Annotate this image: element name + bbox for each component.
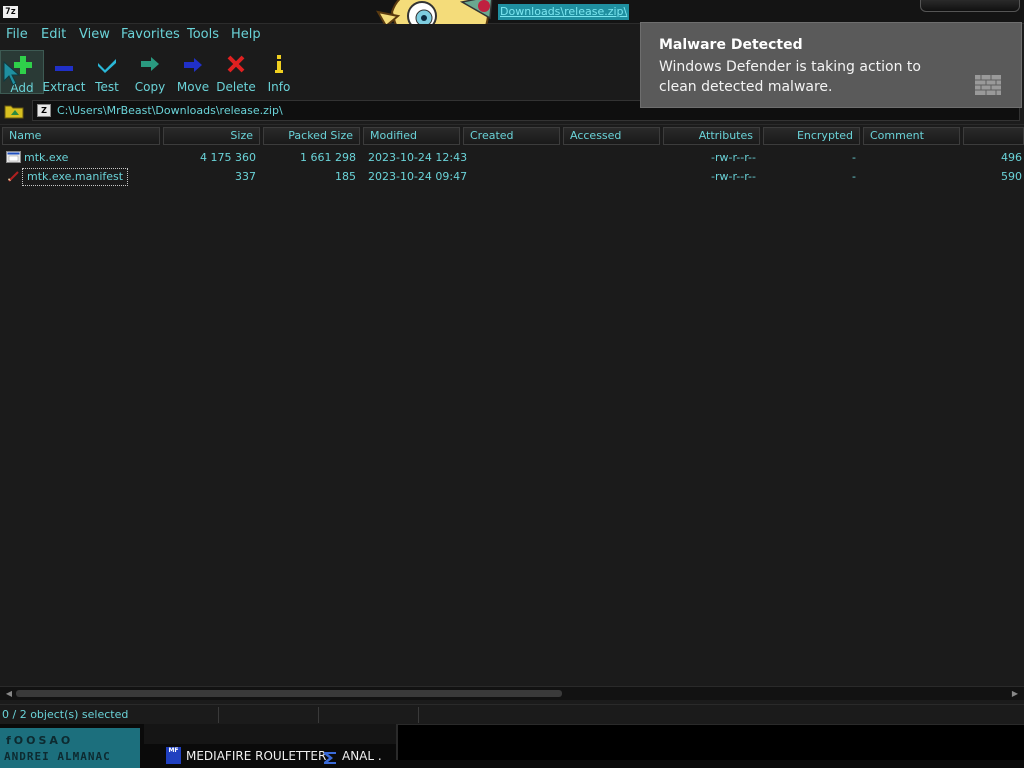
7zip-app-icon[interactable]: 7z (3, 6, 18, 18)
folder-up-icon[interactable] (3, 101, 25, 120)
zip-archive-icon: Z (37, 104, 51, 117)
column-header-size[interactable]: Size (163, 127, 260, 145)
move-button[interactable]: Move (171, 50, 215, 94)
column-header-accessed[interactable]: Accessed (563, 127, 660, 145)
column-header-attributes[interactable]: Attributes (663, 127, 760, 145)
title-bar: 7z Downloads\release.zip\ (0, 0, 1024, 60)
malware-toast[interactable]: Malware Detected Windows Defender is tak… (640, 22, 1022, 108)
delete-label: Delete (216, 80, 256, 94)
sigma-icon (324, 752, 336, 764)
horizontal-scrollbar[interactable]: ◀ ▶ (0, 686, 1024, 700)
taskbar: fOOSAO ANDREI ALMANAC MF MEDIAFIRE ROULE… (0, 724, 1024, 768)
file-packed-size: 185 (335, 170, 356, 183)
selection-status: 0 / 2 object(s) selected (2, 708, 129, 721)
status-divider (418, 707, 419, 723)
app-root: 7z Downloads\release.zip\ File Edit View… (0, 0, 1024, 768)
extract-icon (55, 66, 73, 71)
column-header-row: Name Size Packed Size Modified Created A… (0, 127, 1024, 145)
menu-edit[interactable]: Edit (41, 27, 66, 42)
path-text: C:\Users\MrBeast\Downloads\release.zip\ (57, 104, 283, 117)
file-size: 337 (235, 170, 256, 183)
taskbar-item-mediafire[interactable]: MEDIAFIRE ROULETTER (186, 744, 326, 768)
menu-help[interactable]: Help (231, 27, 261, 42)
file-attributes: -rw-r--r-- (711, 151, 756, 164)
delete-x-icon (227, 55, 245, 73)
status-bar: 0 / 2 object(s) selected (0, 704, 1024, 724)
column-header-packed-size[interactable]: Packed Size (263, 127, 360, 145)
toast-title: Malware Detected (659, 37, 803, 53)
manifest-file-icon (8, 171, 19, 182)
mouse-cursor-icon (3, 61, 21, 86)
taskbar-strip (144, 724, 396, 744)
file-modified: 2023-10-24 09:47 (368, 170, 468, 183)
window-controls[interactable] (920, 0, 1020, 12)
extract-label: Extract (42, 80, 86, 94)
status-divider (218, 707, 219, 723)
mediafire-icon: MF (166, 747, 181, 764)
column-header-created[interactable]: Created (463, 127, 560, 145)
brick-wall-icon (975, 75, 1001, 95)
move-arrow-icon (184, 58, 202, 72)
menu-tools[interactable]: Tools (187, 27, 219, 42)
column-header-encrypted[interactable]: Encrypted (763, 127, 860, 145)
window-title: Downloads\release.zip\ (498, 4, 630, 20)
file-modified: 2023-10-24 12:43 (368, 151, 468, 164)
brand-text: ANDREI ALMANAC (4, 750, 111, 763)
taskbar-brand-panel: fOOSAO ANDREI ALMANAC (0, 728, 140, 768)
scroll-left-icon[interactable]: ◀ (2, 688, 16, 700)
delete-button[interactable]: Delete (214, 50, 258, 94)
file-size: 4 175 360 (200, 151, 256, 164)
check-icon (98, 59, 116, 73)
file-name: mtk.exe (24, 151, 69, 164)
column-header-modified[interactable]: Modified (363, 127, 460, 145)
copy-label: Copy (134, 80, 166, 94)
file-crc: 496 (1001, 151, 1022, 164)
menu-view[interactable]: View (79, 27, 110, 42)
info-icon (275, 55, 283, 73)
status-divider (318, 707, 319, 723)
copy-button[interactable]: Copy (128, 50, 172, 94)
file-crc: 590 (1001, 170, 1022, 183)
file-list[interactable]: Name Size Packed Size Modified Created A… (0, 124, 1024, 684)
column-header-name[interactable]: Name (2, 127, 160, 145)
exe-file-icon (6, 151, 21, 163)
scrollbar-thumb[interactable] (16, 690, 562, 697)
column-header-comment[interactable]: Comment (863, 127, 960, 145)
test-label: Test (95, 80, 119, 94)
menu-file[interactable]: File (6, 27, 28, 42)
scroll-right-icon[interactable]: ▶ (1008, 688, 1022, 700)
info-button[interactable]: Info (257, 50, 301, 94)
extract-button[interactable]: Extract (42, 50, 86, 94)
copy-arrow-icon (141, 57, 159, 71)
file-attributes: -rw-r--r-- (711, 170, 756, 183)
taskbar-item-anal[interactable]: ANAL . (342, 744, 382, 768)
move-label: Move (176, 80, 210, 94)
add-button[interactable]: Add (0, 50, 44, 95)
file-name: mtk.exe.manifest (22, 168, 129, 186)
column-header-crc[interactable] (963, 127, 1024, 145)
social-icons: fOOSAO (6, 734, 74, 747)
file-row[interactable]: mtk.exe 4 175 360 1 661 298 2023-10-24 1… (0, 149, 1024, 167)
menu-favorites[interactable]: Favorites (121, 27, 180, 42)
file-encrypted: - (852, 151, 856, 164)
test-button[interactable]: Test (85, 50, 129, 94)
toast-message: Windows Defender is taking action to cle… (659, 59, 921, 95)
info-label: Info (267, 80, 291, 94)
file-encrypted: - (852, 170, 856, 183)
file-row[interactable]: mtk.exe.manifest 337 185 2023-10-24 09:4… (0, 168, 1024, 186)
taskbar-empty-area (396, 724, 1024, 760)
file-packed-size: 1 661 298 (300, 151, 356, 164)
